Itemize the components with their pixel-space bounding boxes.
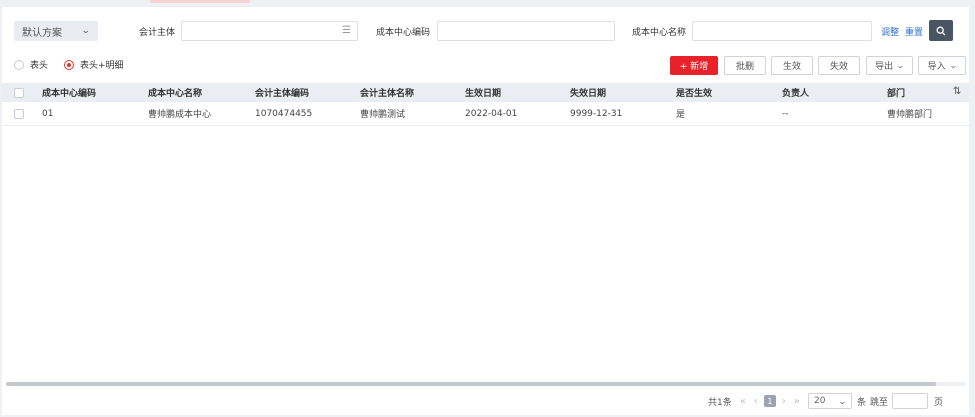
top-strip bbox=[0, 0, 975, 6]
table-cell: 曹帅鹏部门 bbox=[887, 110, 933, 120]
search-icon bbox=[936, 26, 946, 35]
add-button-label: + 新增 bbox=[679, 62, 709, 72]
pagination: 共1条 « ‹ 1 › » 20 ⌄ 条 跳至 页 bbox=[708, 393, 943, 409]
activate-label: 生效 bbox=[782, 62, 801, 72]
export-label: 导出 bbox=[875, 62, 894, 72]
cost-name-label: 成本中心名称 bbox=[632, 28, 687, 38]
deactivate-label: 失效 bbox=[829, 62, 848, 72]
page-size-select[interactable]: 20 ⌄ bbox=[807, 393, 852, 409]
column-header[interactable]: 成本中心名称 bbox=[148, 83, 202, 102]
active-tab-indicator bbox=[150, 0, 250, 3]
radio-header-only[interactable]: 表头 bbox=[14, 58, 48, 71]
add-button[interactable]: + 新增 bbox=[670, 56, 718, 75]
column-header[interactable]: 部门 bbox=[887, 83, 905, 102]
jump-label: 跳至 bbox=[870, 397, 889, 408]
radio-circle-selected bbox=[64, 59, 74, 70]
table-row[interactable]: 01 曹帅鹏成本中心 1070474455 曹帅鹏测试 2022-04-01 9… bbox=[2, 102, 969, 126]
column-header[interactable]: 生效日期 bbox=[465, 83, 501, 102]
horizontal-scrollbar[interactable] bbox=[6, 382, 966, 386]
search-button[interactable] bbox=[929, 20, 953, 41]
page-unit: 页 bbox=[934, 397, 944, 408]
per-page-unit: 条 bbox=[856, 397, 866, 408]
cost-code-input[interactable] bbox=[437, 21, 615, 41]
radio-header-detail[interactable]: 表头+明细 bbox=[64, 58, 124, 71]
last-page-icon[interactable]: » bbox=[794, 396, 800, 407]
cost-code-label: 成本中心编码 bbox=[376, 28, 431, 38]
table-cell: 是 bbox=[676, 110, 686, 120]
select-all-checkbox[interactable] bbox=[14, 88, 24, 98]
column-header[interactable]: 会计主体编码 bbox=[255, 83, 309, 102]
table-cell: 曹帅鹏测试 bbox=[360, 110, 406, 120]
column-header[interactable]: 负责人 bbox=[782, 83, 809, 102]
data-table: 成本中心编码 成本中心名称 会计主体编码 会计主体名称 生效日期 失效日期 是否… bbox=[2, 83, 969, 126]
table-header: 成本中心编码 成本中心名称 会计主体编码 会计主体名称 生效日期 失效日期 是否… bbox=[2, 83, 969, 102]
main-panel: 默认方案 ⌄ 会计主体 ☰ 成本中心编码 成本中心名称 调整 重置 表头 表头+… bbox=[2, 7, 969, 415]
table-cell: 9999-12-31 bbox=[570, 108, 623, 119]
next-page-icon[interactable]: › bbox=[782, 396, 786, 407]
radio-header-label: 表头 bbox=[30, 61, 49, 71]
table-cell: -- bbox=[782, 108, 789, 119]
current-page[interactable]: 1 bbox=[763, 395, 776, 407]
cost-name-input[interactable] bbox=[692, 21, 872, 41]
batch-delete-label: 批删 bbox=[735, 62, 754, 72]
column-header[interactable]: 会计主体名称 bbox=[360, 83, 414, 102]
chevron-down-icon: ⌄ bbox=[948, 61, 958, 70]
scheme-select[interactable]: 默认方案 ⌄ bbox=[14, 21, 98, 41]
table-cell: 2022-04-01 bbox=[465, 108, 518, 119]
prev-page-icon[interactable]: ‹ bbox=[754, 396, 758, 407]
column-settings-icon[interactable]: ⇅ bbox=[953, 86, 961, 97]
scheme-select-value: 默认方案 bbox=[22, 27, 62, 39]
adjust-link[interactable]: 调整 bbox=[881, 25, 899, 38]
first-page-icon[interactable]: « bbox=[740, 396, 746, 407]
deactivate-button[interactable]: 失效 bbox=[818, 56, 860, 75]
total-count: 共1条 bbox=[708, 397, 732, 408]
radio-header-detail-label: 表头+明细 bbox=[80, 61, 124, 71]
column-header[interactable]: 失效日期 bbox=[570, 83, 606, 102]
table-cell: 01 bbox=[42, 108, 54, 119]
column-header[interactable]: 是否生效 bbox=[676, 83, 712, 102]
entity-label: 会计主体 bbox=[139, 28, 176, 38]
row-checkbox[interactable] bbox=[14, 109, 24, 119]
jump-page-input[interactable] bbox=[892, 393, 929, 409]
page-size-value: 20 bbox=[813, 396, 826, 406]
batch-delete-button[interactable]: 批删 bbox=[724, 56, 766, 75]
chevron-down-icon: ⌄ bbox=[81, 26, 92, 36]
column-header[interactable]: 成本中心编码 bbox=[42, 83, 96, 102]
reset-link[interactable]: 重置 bbox=[905, 25, 923, 38]
activate-button[interactable]: 生效 bbox=[771, 56, 813, 75]
radio-circle bbox=[14, 59, 24, 70]
chevron-down-icon: ⌄ bbox=[896, 61, 905, 70]
scrollbar-thumb[interactable] bbox=[6, 382, 936, 386]
list-icon[interactable]: ☰ bbox=[342, 25, 351, 36]
chevron-down-icon: ⌄ bbox=[838, 396, 847, 406]
entity-input[interactable]: ☰ bbox=[181, 21, 358, 41]
export-button[interactable]: 导出 ⌄ bbox=[866, 56, 913, 75]
table-cell: 1070474455 bbox=[255, 108, 313, 119]
filter-bar: 默认方案 ⌄ 会计主体 ☰ 成本中心编码 成本中心名称 调整 重置 bbox=[2, 7, 969, 51]
import-button[interactable]: 导入 ⌄ bbox=[918, 56, 966, 75]
table-cell: 曹帅鹏成本中心 bbox=[148, 110, 212, 120]
import-label: 导入 bbox=[927, 62, 946, 72]
